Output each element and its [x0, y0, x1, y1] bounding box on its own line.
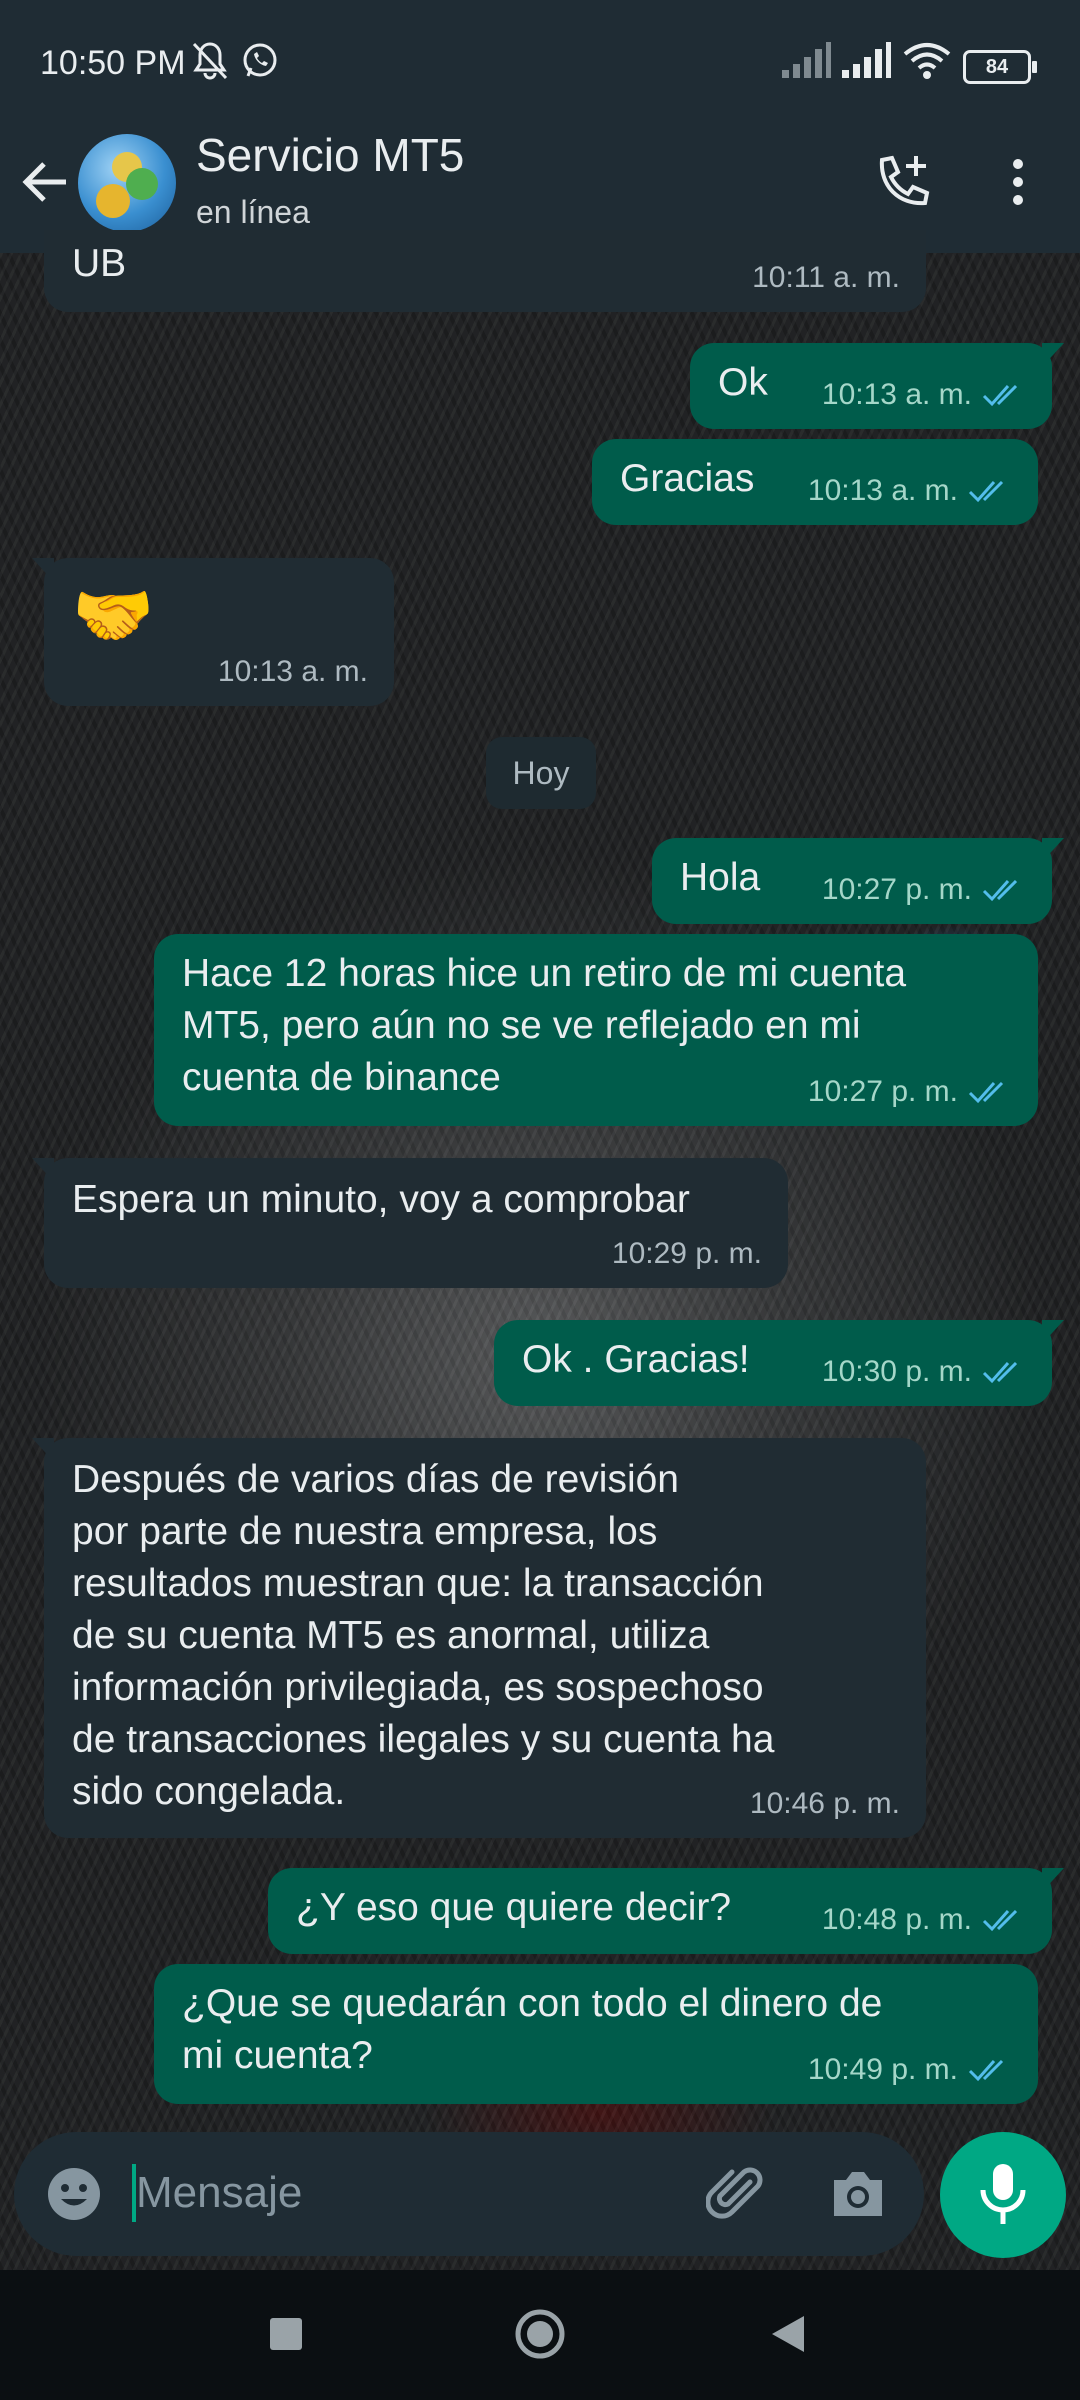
read-receipt-icon — [968, 480, 1004, 503]
message-incoming[interactable]: Después de varios días de revisión por p… — [32, 1438, 926, 1838]
add-call-icon[interactable] — [872, 152, 934, 214]
message-meta: 10:27 p. m. — [822, 864, 1026, 916]
signal-icon — [782, 42, 831, 78]
contact-status: en línea — [196, 194, 310, 230]
message-meta: 10:49 p. m. — [808, 2044, 1012, 2096]
message-text: Después de varios días de revisión por p… — [72, 1458, 775, 1813]
message-time: 10:30 p. m. — [821, 1355, 972, 1388]
read-receipt-icon — [982, 384, 1018, 407]
mic-icon — [980, 2164, 1026, 2224]
message-time: 10:29 p. m. — [611, 1237, 762, 1270]
nav-back-icon[interactable] — [770, 2314, 806, 2354]
message-meta: 10:27 p. m. — [808, 1066, 1012, 1118]
wifi-icon — [903, 43, 951, 79]
message-outgoing[interactable]: Hace 12 horas hice un retiro de mi cuent… — [154, 934, 1038, 1126]
message-text: Ok — [718, 361, 768, 404]
read-receipt-icon — [982, 1909, 1018, 1932]
mute-icon — [192, 42, 228, 80]
status-bar: 10:50 PM 84 — [0, 0, 1080, 128]
message-outgoing[interactable]: Gracias 10:13 a. m. — [592, 439, 1038, 525]
more-options-icon[interactable] — [1000, 152, 1036, 214]
message-incoming[interactable]: UB 10:11 a. m. — [44, 230, 926, 312]
message-input[interactable]: Mensaje — [136, 2168, 302, 2218]
message-outgoing[interactable]: Ok . Gracias! 10:30 p. m. — [494, 1320, 1064, 1406]
message-text: Ok . Gracias! — [522, 1338, 750, 1381]
message-time: 10:11 a. m. — [752, 261, 900, 294]
message-meta: 10:29 p. m. — [612, 1228, 762, 1280]
message-time: 10:13 a. m. — [217, 655, 368, 688]
message-text: Hace 12 horas hice un retiro de mi cuent… — [182, 952, 907, 1099]
message-meta: 10:46 p. m. — [750, 1778, 900, 1830]
message-outgoing[interactable]: Hola 10:27 p. m. — [652, 838, 1064, 924]
nav-square-icon[interactable] — [268, 2316, 304, 2352]
handshake-emoji: 🤝 — [72, 578, 155, 652]
message-outgoing[interactable]: ¿Que se quedarán con todo el dinero de m… — [154, 1964, 1038, 2104]
contact-avatar[interactable] — [78, 134, 176, 232]
message-meta: 10:13 a. m. — [218, 646, 368, 698]
message-time: 10:46 p. m. — [749, 1787, 900, 1820]
message-text: Hola — [680, 856, 761, 899]
mic-button[interactable] — [940, 2132, 1066, 2258]
message-incoming[interactable]: 🤝 10:13 a. m. — [32, 558, 394, 706]
read-receipt-icon — [968, 2059, 1004, 2082]
message-composer: Mensaje — [14, 2132, 924, 2256]
message-text: ¿Que se quedarán con todo el dinero de m… — [182, 1982, 883, 2077]
message-text: UB — [72, 242, 127, 285]
status-time: 10:50 PM — [40, 44, 186, 82]
message-time: 10:48 p. m. — [821, 1903, 972, 1936]
signal-icon-2 — [842, 42, 891, 78]
message-time: 10:13 a. m. — [821, 378, 972, 411]
read-receipt-icon — [968, 1081, 1004, 1104]
emoji-icon[interactable] — [44, 2164, 104, 2224]
camera-icon[interactable] — [828, 2166, 888, 2222]
system-nav-bar — [0, 2270, 1080, 2400]
battery-icon: 84 — [963, 50, 1037, 84]
message-outgoing[interactable]: ¿Y eso que quiere decir? 10:48 p. m. — [268, 1868, 1064, 1954]
message-incoming[interactable]: Espera un minuto, voy a comprobar 10:29 … — [32, 1158, 788, 1288]
message-meta: 10:30 p. m. — [822, 1346, 1026, 1398]
message-outgoing[interactable]: Ok 10:13 a. m. — [690, 343, 1064, 429]
message-meta: 10:48 p. m. — [822, 1894, 1026, 1946]
read-receipt-icon — [982, 879, 1018, 902]
message-meta: 10:13 a. m. — [822, 369, 1026, 421]
message-time: 10:49 p. m. — [807, 2053, 958, 2086]
attach-icon[interactable] — [706, 2162, 770, 2226]
back-arrow-icon[interactable] — [18, 153, 76, 211]
message-text: Gracias — [620, 457, 755, 500]
message-time: 10:27 p. m. — [821, 873, 972, 906]
contact-name[interactable]: Servicio MT5 — [196, 128, 464, 182]
message-meta: 10:13 a. m. — [808, 465, 1012, 517]
message-time: 10:27 p. m. — [807, 1075, 958, 1108]
whatsapp-icon — [243, 43, 277, 77]
message-time: 10:13 a. m. — [807, 474, 958, 507]
nav-home-icon[interactable] — [514, 2308, 566, 2360]
message-meta: 10:11 a. m. — [752, 252, 900, 304]
message-text: ¿Y eso que quiere decir? — [296, 1886, 732, 1929]
read-receipt-icon — [982, 1361, 1018, 1384]
message-text: Espera un minuto, voy a comprobar — [72, 1178, 690, 1221]
date-separator: Hoy — [486, 737, 596, 809]
